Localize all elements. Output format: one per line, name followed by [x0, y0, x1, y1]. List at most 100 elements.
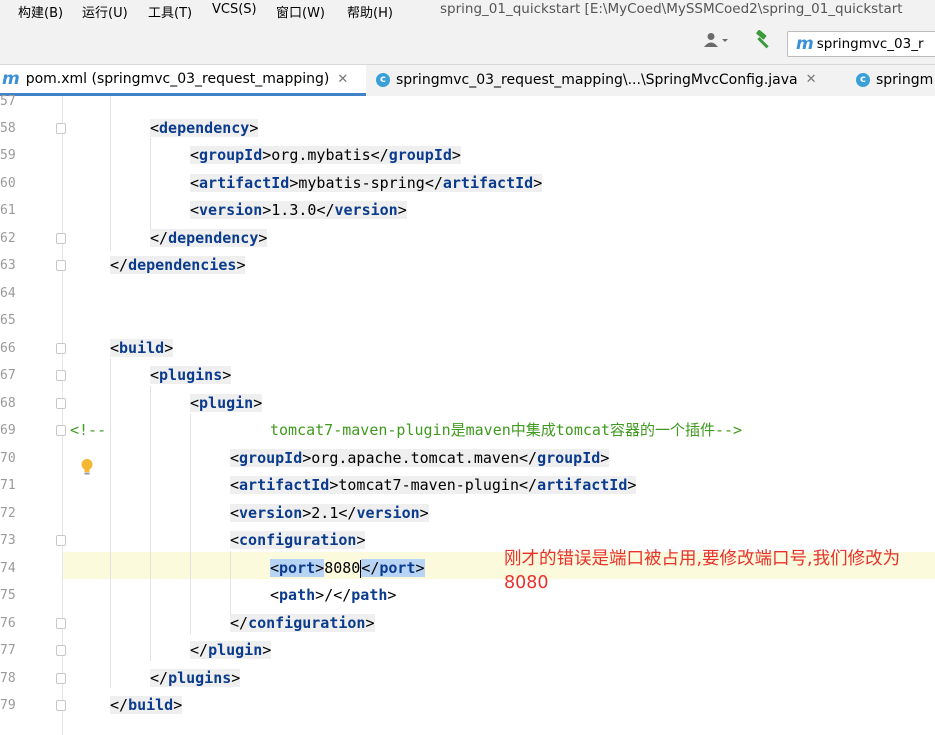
xml-tag: plugin	[199, 394, 254, 412]
indent-guide	[110, 358, 111, 688]
fold-marker[interactable]	[56, 398, 66, 409]
code-line-79: </build>	[110, 696, 183, 714]
line-number: 76	[0, 616, 16, 631]
xml-tag: dependencies	[128, 256, 237, 274]
tab-label: pom.xml (springmvc_03_request_mapping)	[25, 71, 330, 87]
menu-window[interactable]: 窗口(W)	[276, 2, 325, 21]
xml-value: 1.3.0	[271, 201, 317, 219]
line-number: 61	[0, 203, 16, 218]
menu-tools[interactable]: 工具(T)	[148, 2, 192, 21]
fold-marker[interactable]	[56, 260, 66, 271]
code-line-77: </plugin>	[190, 641, 272, 659]
menu-build[interactable]: 构建(B)	[18, 2, 63, 21]
hammer-icon	[753, 29, 773, 54]
indent-guide	[110, 96, 111, 251]
maven-icon: m	[2, 69, 20, 89]
code-line-68: <plugin>	[190, 394, 263, 412]
xml-value: tomcat7-maven-plugin	[338, 476, 519, 494]
xml-value: org.mybatis	[271, 146, 371, 164]
xml-value: mybatis-spring	[298, 174, 425, 192]
xml-tag: groupId	[388, 146, 452, 164]
fold-marker[interactable]	[56, 700, 66, 711]
xml-tag: configuration	[248, 614, 366, 632]
xml-tag: path	[279, 586, 316, 604]
line-number: 72	[0, 506, 16, 521]
xml-tag: plugin	[208, 641, 263, 659]
xml-value: org.apache.tomcat.maven	[311, 449, 519, 467]
xml-tag: artifactId	[199, 174, 290, 192]
code-line-69-comment: tomcat7-maven-plugin是maven中集成tomcat容器的一个…	[270, 421, 743, 439]
code-line-72: <version>2.1</version>	[230, 504, 429, 522]
window-title: spring_01_quickstart [E:\MyCoed\MySSMCoe…	[440, 1, 903, 17]
xml-tag: path	[351, 586, 388, 604]
xml-tag: build	[128, 696, 174, 714]
xml-tag: artifactId	[442, 174, 534, 192]
run-config-selector[interactable]: m springmvc_03_r	[787, 31, 935, 57]
fold-marker[interactable]	[56, 535, 66, 546]
lightbulb-icon[interactable]	[80, 458, 94, 480]
code-line-66: <build>	[110, 339, 174, 357]
tab-springm[interactable]: c springm	[856, 65, 935, 94]
maven-icon: m	[796, 34, 814, 54]
code-line-67: <plugins>	[150, 366, 232, 384]
editor-tab-bar: m pom.xml (springmvc_03_request_mapping)…	[0, 65, 935, 97]
class-icon: c	[376, 72, 390, 87]
line-number: 77	[0, 643, 16, 658]
fold-marker[interactable]	[56, 673, 66, 684]
xml-tag: artifactId	[239, 476, 330, 494]
user-icon	[704, 32, 730, 52]
line-number: 65	[0, 313, 16, 328]
fold-marker[interactable]	[56, 370, 66, 381]
line-number: 74	[0, 561, 16, 576]
menu-help[interactable]: 帮助(H)	[347, 2, 393, 21]
xml-tag: groupId	[239, 449, 303, 467]
menu-bar: 构建(B) 运行(U) 工具(T) VCS(S) 窗口(W) 帮助(H) spr…	[0, 0, 935, 22]
line-number: 60	[0, 176, 16, 191]
menu-vcs[interactable]: VCS(S)	[212, 2, 257, 17]
menu-run[interactable]: 运行(U)	[82, 2, 128, 21]
close-icon[interactable]: ✕	[337, 72, 348, 87]
fold-marker[interactable]	[56, 343, 66, 354]
code-line-58: <dependency>	[150, 119, 259, 137]
close-icon[interactable]: ✕	[806, 72, 817, 87]
xml-tag: port	[379, 559, 416, 577]
xml-tag: version	[239, 504, 303, 522]
code-line-78: </plugins>	[150, 669, 241, 687]
fold-marker[interactable]	[56, 645, 66, 656]
user-menu-button[interactable]	[700, 30, 734, 54]
fold-marker[interactable]	[56, 425, 66, 436]
fold-marker[interactable]	[56, 233, 66, 244]
line-number: 67	[0, 368, 16, 383]
line-number: 70	[0, 451, 16, 466]
line-number: 59	[0, 148, 16, 163]
fold-marker[interactable]	[56, 618, 66, 629]
build-button[interactable]	[750, 29, 776, 54]
xml-tag: build	[119, 339, 165, 357]
code-line-70: <groupId>org.apache.tomcat.maven</groupI…	[230, 449, 610, 467]
xml-tag: port	[279, 559, 316, 577]
xml-tag: version	[199, 201, 263, 219]
xml-tag: version	[334, 201, 398, 219]
tab-pom-xml[interactable]: m pom.xml (springmvc_03_request_mapping)…	[0, 65, 366, 96]
xml-tag: dependency	[168, 229, 259, 247]
code-line-73: <configuration>	[230, 531, 366, 549]
xml-value: 2.1	[311, 504, 339, 522]
xml-tag: plugins	[159, 366, 223, 384]
line-number: 62	[0, 231, 16, 246]
toolbar: m springmvc_03_r	[0, 22, 935, 65]
line-number: 63	[0, 258, 16, 273]
indent-guide	[150, 138, 151, 238]
port-value[interactable]: 8080	[324, 559, 360, 577]
xml-tag: groupId	[199, 146, 263, 164]
tab-label: springm	[876, 71, 934, 88]
code-line-59: <groupId>org.mybatis</groupId>	[190, 146, 461, 164]
fold-marker[interactable]	[56, 123, 66, 134]
code-line-75: <path>/</path>	[270, 586, 397, 604]
class-icon: c	[856, 72, 870, 87]
line-number: 66	[0, 341, 16, 356]
code-editor[interactable]: 57 58 59 60 61 62 63 64 65 66 67 68 69 7…	[0, 94, 935, 735]
code-line-71: <artifactId>tomcat7-maven-plugin</artifa…	[230, 476, 637, 494]
line-number: 75	[0, 588, 16, 603]
line-number: 58	[0, 121, 16, 136]
tab-springmvcconfig[interactable]: c springmvc_03_request_mapping\...\Sprin…	[376, 65, 846, 94]
